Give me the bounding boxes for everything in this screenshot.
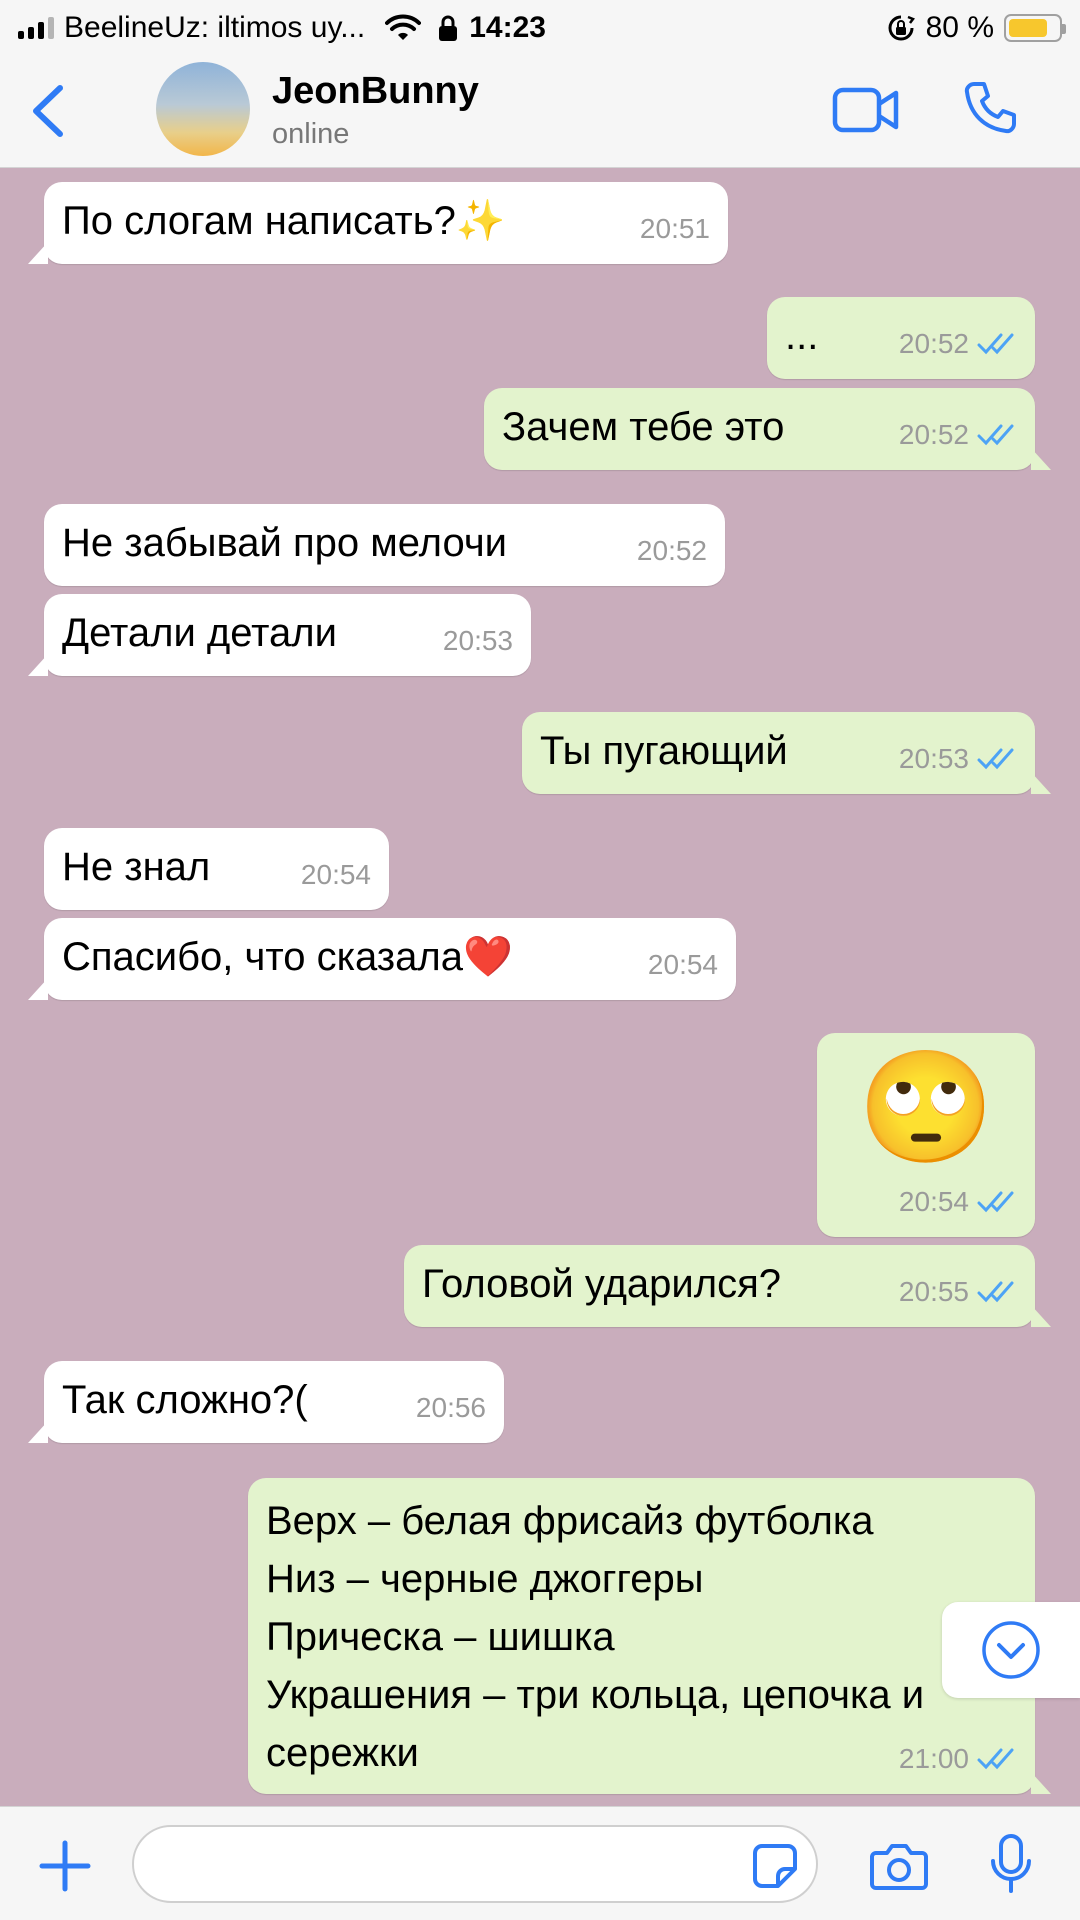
- signal-strength-icon: [18, 17, 54, 39]
- read-receipt-icon: [977, 748, 1014, 770]
- message-meta: 20:55: [899, 1263, 1017, 1321]
- outgoing-message[interactable]: ... 20:52: [767, 297, 1035, 379]
- battery-level: [1009, 19, 1048, 37]
- incoming-message[interactable]: Так сложно?( 20:56: [28, 1361, 504, 1443]
- message-time: 20:55: [898, 1276, 969, 1307]
- message-text: Не забывай про мелочи: [62, 521, 508, 565]
- battery-icon: [1004, 14, 1066, 42]
- message-time: 20:54: [898, 1186, 969, 1217]
- microphone-button[interactable]: [990, 1833, 1032, 1895]
- message-meta: 21:00: [899, 1730, 1017, 1788]
- outgoing-message[interactable]: Зачем тебе это 20:52: [484, 388, 1051, 470]
- video-call-button[interactable]: [832, 84, 900, 136]
- battery-percent: 80 %: [925, 11, 994, 44]
- message-meta: 20:56: [416, 1379, 486, 1437]
- contact-name[interactable]: JeonBunny: [272, 70, 479, 113]
- message-time: 20:54: [300, 859, 371, 890]
- message-time: 20:54: [647, 949, 718, 980]
- outgoing-message[interactable]: 🙄 20:54: [817, 1033, 1035, 1237]
- back-button[interactable]: [24, 80, 74, 142]
- message-time: 20:52: [898, 328, 969, 359]
- message-time: 20:53: [898, 743, 969, 774]
- camera-button[interactable]: [870, 1841, 928, 1891]
- sticker-button[interactable]: [752, 1843, 798, 1889]
- incoming-message[interactable]: По слогам написать?✨ 20:51: [28, 182, 728, 264]
- read-receipt-icon: [977, 1191, 1014, 1213]
- read-receipt-icon: [977, 1748, 1014, 1770]
- message-input[interactable]: [132, 1825, 818, 1903]
- message-time: 21:00: [898, 1743, 969, 1774]
- message-text: По слогам написать?✨: [62, 199, 506, 243]
- message-input-bar: [0, 1806, 1080, 1920]
- scroll-to-bottom-button[interactable]: [942, 1602, 1080, 1698]
- message-meta: 20:53: [899, 730, 1017, 788]
- message-meta: 20:53: [443, 612, 513, 670]
- message-time: 20:53: [442, 625, 513, 656]
- incoming-message[interactable]: Спасибо, что сказала❤️ 20:54: [28, 918, 736, 1000]
- message-meta: 20:54: [648, 936, 718, 994]
- outgoing-message[interactable]: Верх – белая фрисайз футболка Низ – черн…: [248, 1478, 1051, 1794]
- message-time: 20:56: [415, 1392, 486, 1423]
- message-time: 20:52: [636, 535, 707, 566]
- message-time: 20:51: [639, 213, 710, 244]
- chat-header: JeonBunny online: [0, 56, 1080, 168]
- status-time: 14:23: [469, 11, 546, 44]
- chevron-down-icon: [982, 1621, 1040, 1679]
- status-bar: BeelineUz: iltimos uy... 14:23 80 %: [0, 0, 1080, 56]
- incoming-message[interactable]: Не забывай про мелочи 20:52: [44, 504, 725, 586]
- attach-plus-button[interactable]: [38, 1839, 92, 1893]
- message-meta: 20:54: [301, 846, 371, 904]
- contact-status: online: [272, 118, 350, 150]
- message-meta: 20:54: [899, 1173, 1017, 1231]
- outgoing-message[interactable]: Головой ударился? 20:55: [404, 1245, 1051, 1327]
- incoming-message[interactable]: Детали детали 20:53: [28, 594, 531, 676]
- outgoing-message[interactable]: Ты пугающий 20:53: [522, 712, 1051, 794]
- message-time: 20:52: [898, 419, 969, 450]
- lock-icon: [439, 15, 458, 41]
- orientation-lock-icon: [888, 15, 915, 41]
- read-receipt-icon: [977, 424, 1014, 446]
- voice-call-button[interactable]: [962, 80, 1018, 136]
- contact-avatar[interactable]: [156, 62, 250, 156]
- incoming-message[interactable]: Не знал 20:54: [44, 828, 389, 910]
- message-meta: 20:52: [899, 315, 1017, 373]
- carrier-name: BeelineUz: iltimos uy...: [64, 11, 366, 44]
- message-text: Спасибо, что сказала❤️: [62, 935, 513, 979]
- read-receipt-icon: [977, 333, 1014, 355]
- message-meta: 20:52: [899, 406, 1017, 464]
- read-receipt-icon: [977, 1281, 1014, 1303]
- message-meta: 20:51: [640, 200, 710, 258]
- message-meta: 20:52: [637, 522, 707, 580]
- emoji-message: 🙄: [857, 1046, 995, 1169]
- wifi-icon: [385, 14, 422, 40]
